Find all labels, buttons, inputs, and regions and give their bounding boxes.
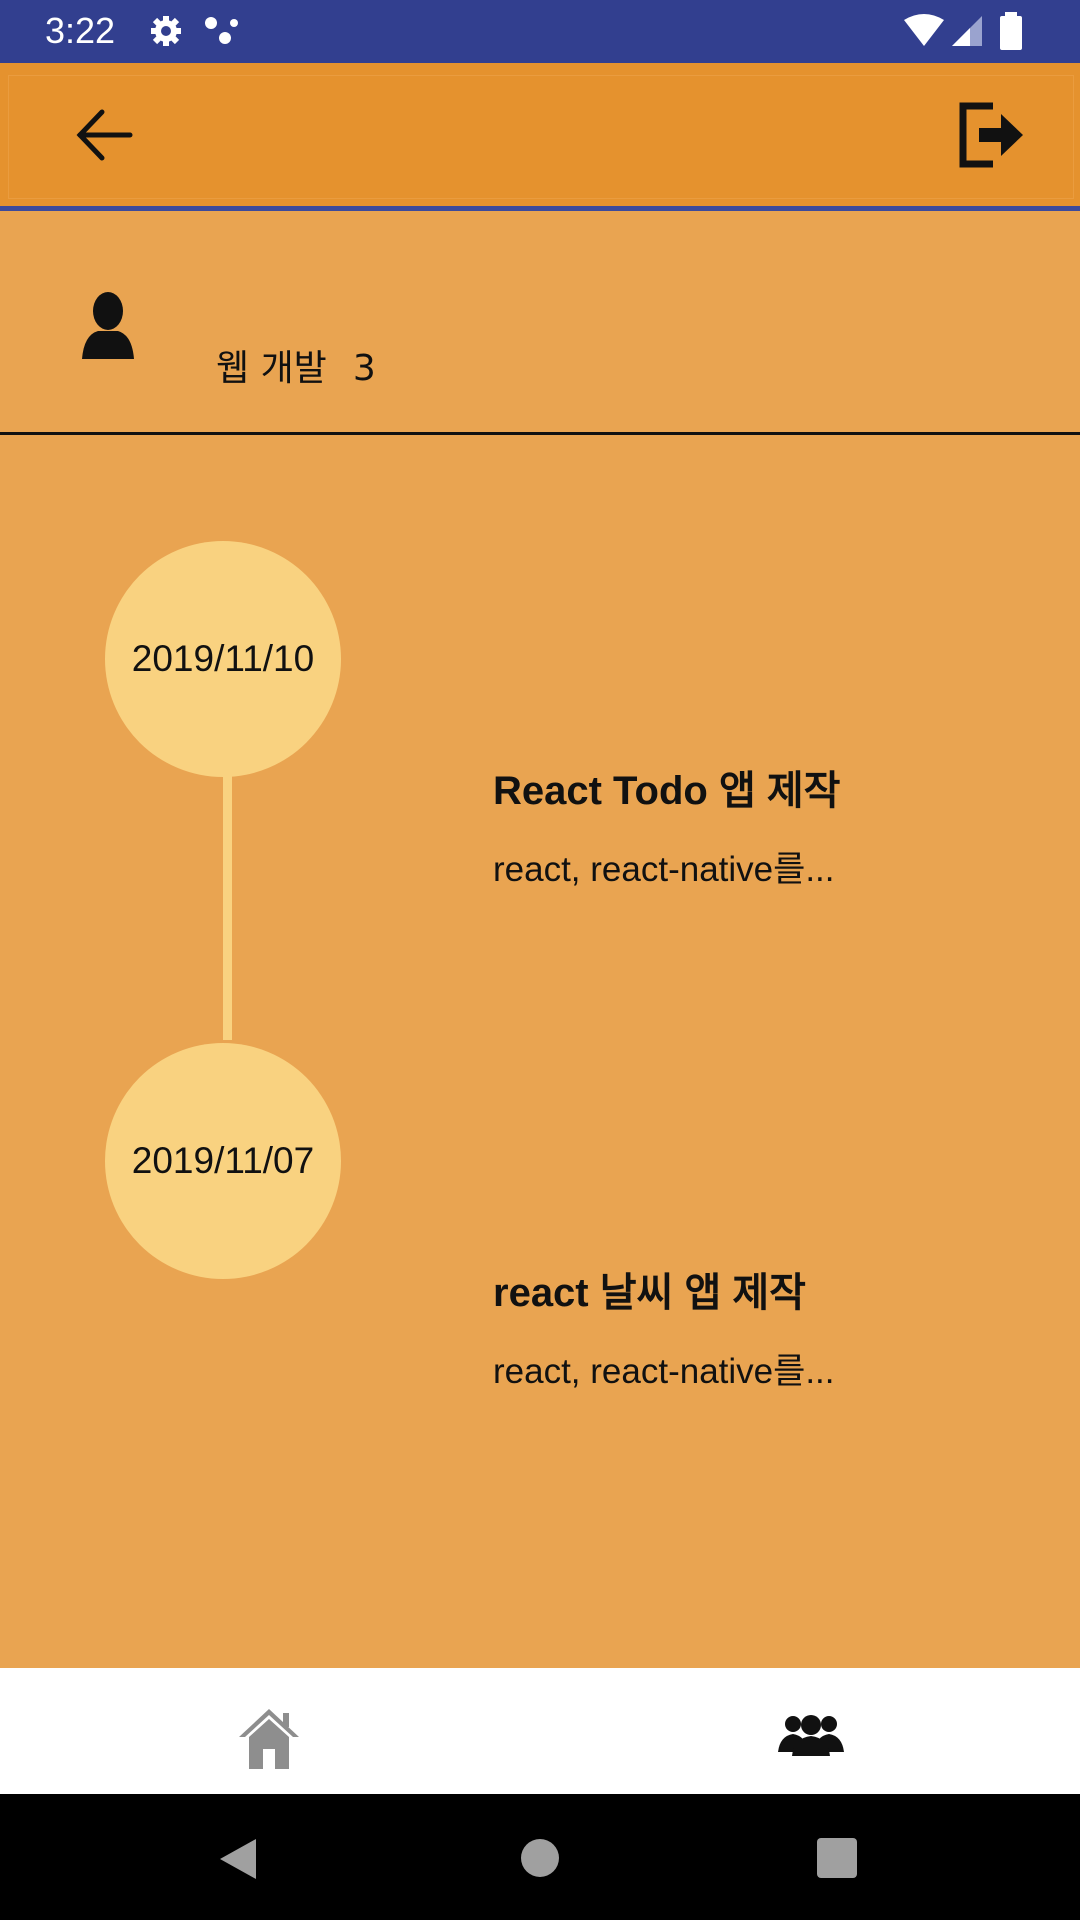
- timeline-item-title[interactable]: react 날씨 앱 제작: [493, 1260, 806, 1318]
- profile-name: 웹 개발: [216, 348, 327, 389]
- timeline-item-description: react, react-native를...: [493, 850, 835, 889]
- home-icon: [239, 1709, 299, 1769]
- nav-home-button[interactable]: [237, 1707, 301, 1769]
- profile-section: 웹 개발 3: [0, 211, 1080, 435]
- status-time: 3:22: [45, 10, 116, 51]
- home-circle-icon[interactable]: [520, 1838, 560, 1878]
- person-icon: [82, 292, 134, 359]
- dots-icon: [205, 17, 238, 44]
- app-bar: [0, 63, 1080, 207]
- date-circle: 2019/11/07: [105, 1043, 341, 1279]
- timeline-date: 2019/11/10: [131, 638, 315, 679]
- status-left-icons: [151, 16, 238, 46]
- battery-icon: [1000, 12, 1022, 50]
- timeline-item-description: react, react-native를...: [493, 1352, 835, 1391]
- wifi-icon: [904, 14, 944, 46]
- recents-square-icon[interactable]: [817, 1838, 857, 1878]
- profile-label: 웹 개발 3: [216, 339, 376, 391]
- date-circle: 2019/11/10: [105, 541, 341, 777]
- status-right-icons: [904, 12, 1022, 50]
- people-icon: [778, 1715, 844, 1756]
- nav-people-button[interactable]: [778, 1712, 844, 1756]
- bottom-nav: [0, 1668, 1080, 1794]
- timeline-date: 2019/11/07: [131, 1140, 315, 1181]
- system-nav-bar: [0, 1794, 1080, 1920]
- status-bar: 3:22: [0, 0, 1080, 63]
- gear-icon: [151, 16, 181, 46]
- back-button[interactable]: [72, 102, 138, 168]
- logout-button[interactable]: [955, 100, 1025, 170]
- app-bar-frame: [8, 75, 1074, 199]
- timeline-item-title[interactable]: React Todo 앱 제작: [493, 758, 840, 816]
- back-triangle-icon[interactable]: [218, 1837, 258, 1881]
- logout-icon: [959, 102, 1023, 168]
- profile-count: 3: [352, 348, 376, 389]
- timeline-connector: [223, 770, 232, 1040]
- arrow-left-icon: [76, 109, 133, 161]
